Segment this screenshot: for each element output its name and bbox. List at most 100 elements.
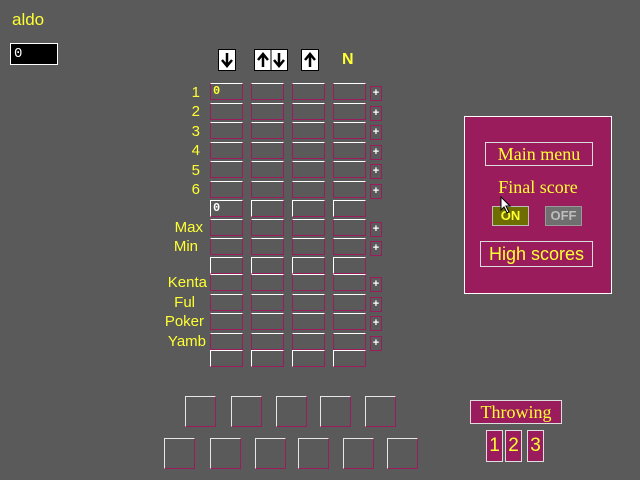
down-arrow-icon (221, 53, 233, 68)
cell-down-yamb[interactable] (210, 333, 243, 350)
cell-up-min[interactable] (292, 238, 325, 255)
throw-1-button[interactable]: 1 (486, 430, 503, 462)
announce-plus-button[interactable]: + (370, 125, 382, 140)
cell-down-upper-6[interactable] (210, 181, 243, 198)
announce-plus-button[interactable]: + (370, 145, 382, 160)
cell-announce-upper-5[interactable] (333, 161, 366, 178)
cell-down-max[interactable] (210, 219, 243, 236)
cell-updown-upper-3[interactable] (251, 122, 284, 139)
column-up-button[interactable] (301, 49, 319, 71)
announce-plus-button[interactable]: + (370, 164, 382, 179)
final-score-label: Final score (498, 177, 578, 197)
cell-updown-yamb[interactable] (251, 333, 284, 350)
row-label-max: Max (174, 219, 203, 236)
cell-down-poker[interactable] (210, 313, 243, 330)
mouse-pointer-icon (500, 195, 512, 219)
cell-down-ful[interactable] (210, 294, 243, 311)
cell-down-upper-1[interactable]: 0 (210, 83, 243, 100)
cell-up-kenta[interactable] (292, 274, 325, 291)
held-die-slot[interactable] (164, 438, 195, 469)
cell-announce-upper-3[interactable] (333, 122, 366, 139)
cell-up-upper-5[interactable] (292, 161, 325, 178)
held-die-slot[interactable] (255, 438, 286, 469)
cell-up-upper-3[interactable] (292, 122, 325, 139)
announce-plus-button[interactable]: + (370, 277, 382, 292)
main-menu-button[interactable]: Main menu (485, 142, 593, 166)
cell-updown-upper-sum (251, 200, 284, 217)
die-slot[interactable] (365, 396, 396, 427)
cell-down-middle-sum (210, 257, 243, 274)
cell-up-upper-6[interactable] (292, 181, 325, 198)
cell-up-yamb[interactable] (292, 333, 325, 350)
cell-up-middle-sum (292, 257, 325, 274)
announce-plus-button[interactable]: + (370, 336, 382, 351)
row-label-6: 6 (191, 181, 200, 198)
cell-updown-kenta[interactable] (251, 274, 284, 291)
row-label-1: 1 (191, 84, 200, 101)
cell-announce-max[interactable] (333, 219, 366, 236)
cell-announce-min[interactable] (333, 238, 366, 255)
cell-announce-yamb[interactable] (333, 333, 366, 350)
cell-down-min[interactable] (210, 238, 243, 255)
cell-announce-upper-6[interactable] (333, 181, 366, 198)
cell-updown-upper-4[interactable] (251, 142, 284, 159)
cell-up-ful[interactable] (292, 294, 325, 311)
held-die-slot[interactable] (298, 438, 329, 469)
cell-announce-upper-4[interactable] (333, 142, 366, 159)
row-label-4: 4 (191, 142, 200, 159)
cell-down-upper-2[interactable] (210, 103, 243, 120)
held-die-slot[interactable] (387, 438, 418, 469)
cell-down-upper-3[interactable] (210, 122, 243, 139)
row-label-kenta: Kenta (167, 274, 207, 291)
throw-2-button[interactable]: 2 (505, 430, 522, 462)
cell-announce-middle-sum (333, 257, 366, 274)
cell-announce-poker[interactable] (333, 313, 366, 330)
cell-down-upper-4[interactable] (210, 142, 243, 159)
announce-plus-button[interactable]: + (370, 316, 382, 331)
cell-announce-upper-1[interactable] (333, 83, 366, 100)
final-score-off-button[interactable]: OFF (545, 206, 582, 226)
cell-updown-ful[interactable] (251, 294, 284, 311)
cell-announce-kenta[interactable] (333, 274, 366, 291)
player-name: aldo (12, 10, 45, 29)
cell-up-upper-1[interactable] (292, 83, 325, 100)
row-label-poker: Poker (164, 313, 204, 330)
cell-down-upper-5[interactable] (210, 161, 243, 178)
cell-updown-upper-5[interactable] (251, 161, 284, 178)
cell-down-kenta[interactable] (210, 274, 243, 291)
throw-3-button[interactable]: 3 (527, 430, 544, 462)
announce-plus-button[interactable]: + (370, 86, 382, 101)
cell-announce-upper-sum (333, 200, 366, 217)
cell-updown-poker[interactable] (251, 313, 284, 330)
announce-plus-button[interactable]: + (370, 297, 382, 312)
cell-up-poker[interactable] (292, 313, 325, 330)
die-slot[interactable] (276, 396, 307, 427)
die-slot[interactable] (231, 396, 262, 427)
high-scores-button[interactable]: High scores (480, 241, 593, 267)
column-down-button[interactable] (218, 49, 236, 71)
die-slot[interactable] (320, 396, 351, 427)
die-slot[interactable] (185, 396, 216, 427)
cell-announce-ful[interactable] (333, 294, 366, 311)
cell-updown-min[interactable] (251, 238, 284, 255)
cell-updown-middle-sum (251, 257, 284, 274)
row-label-2: 2 (191, 103, 200, 120)
announce-plus-button[interactable]: + (370, 222, 382, 237)
held-die-slot[interactable] (343, 438, 374, 469)
announce-plus-button[interactable]: + (370, 106, 382, 121)
cell-announce-upper-2[interactable] (333, 103, 366, 120)
cell-updown-max[interactable] (251, 219, 284, 236)
cell-up-max[interactable] (292, 219, 325, 236)
held-die-slot[interactable] (210, 438, 241, 469)
cell-up-upper-2[interactable] (292, 103, 325, 120)
announce-plus-button[interactable]: + (370, 184, 382, 199)
up-down-arrow-icon (257, 50, 285, 70)
row-label-5: 5 (191, 162, 200, 179)
announce-plus-button[interactable]: + (370, 241, 382, 256)
cell-updown-upper-2[interactable] (251, 103, 284, 120)
cell-updown-upper-6[interactable] (251, 181, 284, 198)
player-score-field[interactable]: 0 (10, 43, 58, 65)
cell-up-upper-4[interactable] (292, 142, 325, 159)
column-updown-button[interactable] (254, 49, 288, 71)
cell-updown-upper-1[interactable] (251, 83, 284, 100)
